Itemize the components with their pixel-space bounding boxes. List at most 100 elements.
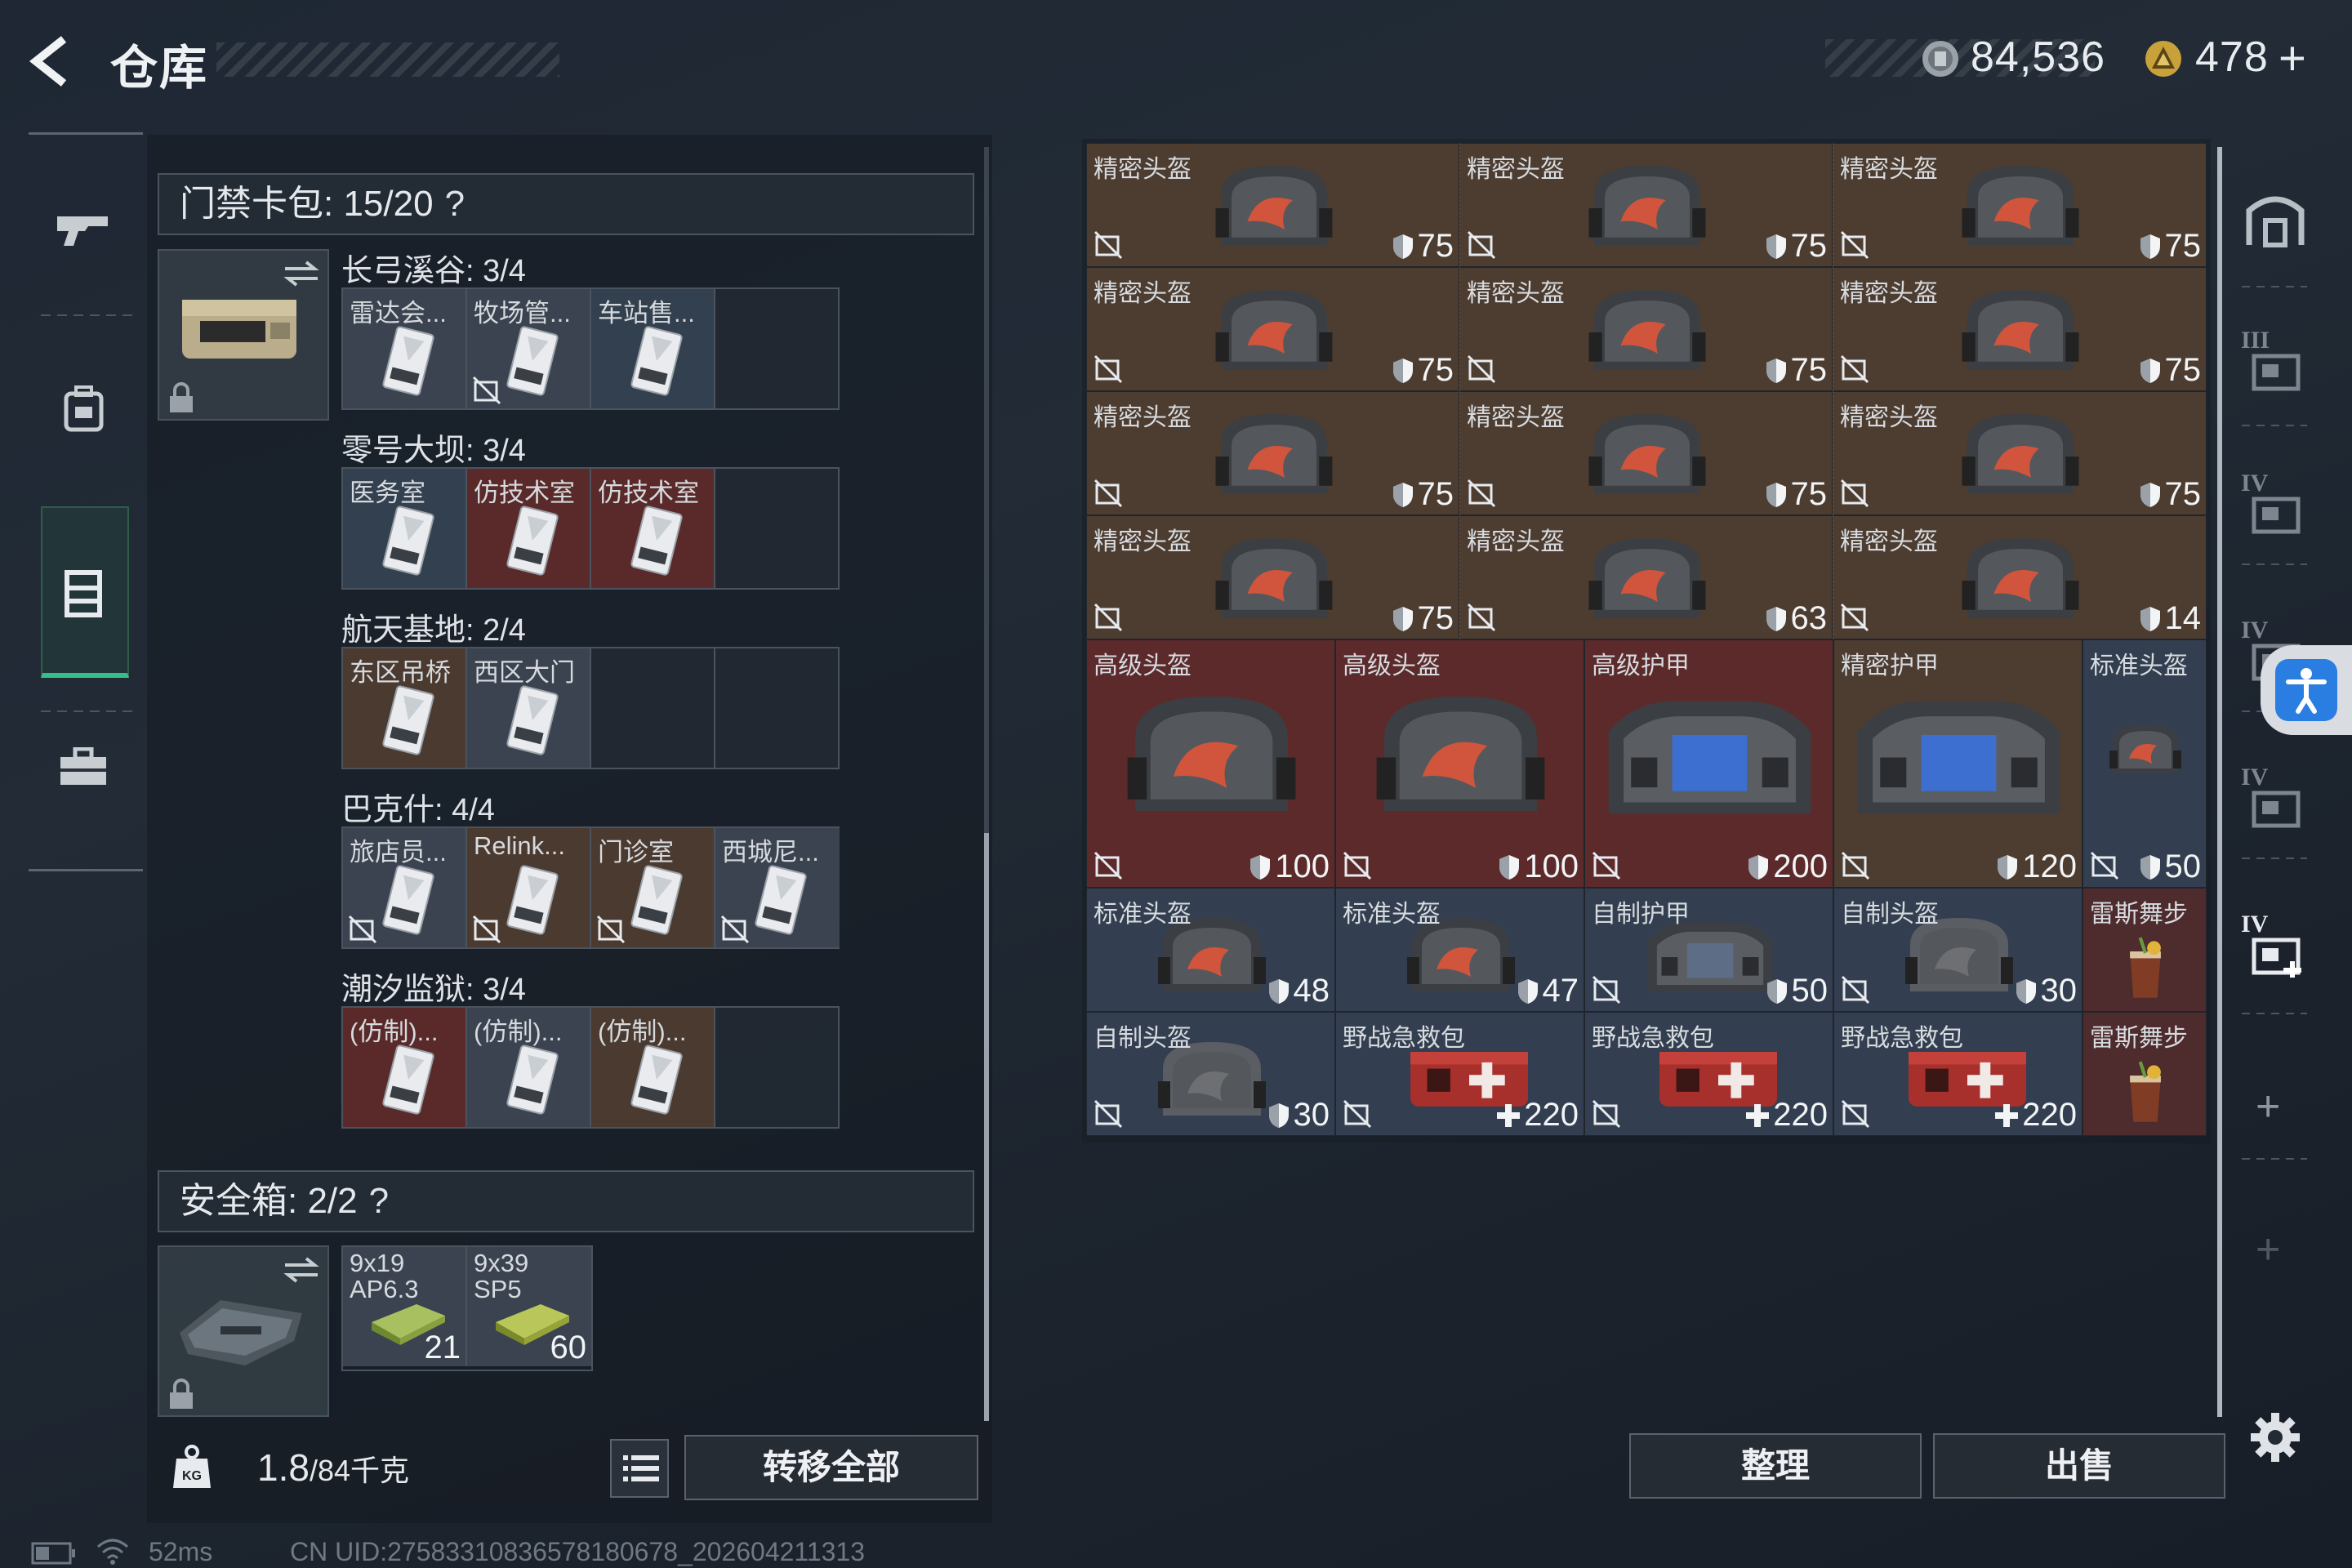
keycard-slot[interactable]: (仿制)...	[343, 1008, 467, 1127]
item-value: 200	[1747, 849, 1828, 885]
stash-item[interactable]: 精密头盔 75	[1086, 143, 1459, 267]
weapon-icon[interactable]	[56, 208, 113, 249]
uid-readout: CN UID:27583310836578180678_202604211313	[290, 1537, 866, 1566]
stash-item[interactable]: 高级头盔 100	[1335, 639, 1584, 888]
chest-rig-icon[interactable]	[64, 568, 103, 618]
stash-item[interactable]: 精密头盔 75	[1833, 267, 2207, 391]
stash-item[interactable]: 精密头盔 75	[1833, 391, 2207, 515]
keycard-slot[interactable]: 旅店员...	[343, 828, 467, 947]
sell-button[interactable]: 出售	[1933, 1433, 2225, 1499]
durability-icon	[1517, 978, 1538, 1004]
transfer-all-button[interactable]: 转移全部	[684, 1435, 978, 1500]
stash-item[interactable]: 自制护甲 50	[1584, 888, 1833, 1012]
stash-item[interactable]: 标准头盔 50	[2082, 639, 2207, 888]
add-currency-button[interactable]: +	[2278, 31, 2306, 86]
sort-button[interactable]: 整理	[1629, 1433, 1922, 1499]
heal-amount: 220	[1524, 1097, 1579, 1133]
stash-item[interactable]: 野战急救包 220	[1833, 1012, 2082, 1136]
keycard-slot[interactable]: Relink...	[467, 828, 591, 947]
all-stash-icon[interactable]	[2244, 188, 2306, 250]
stash-item[interactable]: 精密头盔 75	[1086, 515, 1459, 639]
stash-item[interactable]: 野战急救包 220	[1335, 1012, 1584, 1136]
stash-item[interactable]: 精密头盔 75	[1459, 391, 1833, 515]
stash-item[interactable]: 标准头盔 48	[1086, 888, 1335, 1012]
no-lock-icon	[1841, 975, 1870, 1004]
item-name: 自制头盔	[1841, 901, 1939, 928]
swap-icon[interactable]	[282, 257, 321, 290]
stash-tab[interactable]: IV	[2239, 470, 2313, 543]
stash-item[interactable]: 精密头盔 75	[1086, 391, 1459, 515]
keycard-slot[interactable]: 雷达会...	[343, 289, 467, 408]
keycard-slot[interactable]: (仿制)...	[467, 1008, 591, 1127]
stash-tab[interactable]: IV	[2239, 764, 2313, 837]
stash-scrollbar[interactable]	[2217, 147, 2222, 1417]
stash-item[interactable]: 精密头盔 63	[1459, 515, 1833, 639]
keycard-slot[interactable]: 仿技术室	[591, 469, 715, 588]
empty-keycard-slot[interactable]	[715, 1008, 840, 1127]
add-tab-button[interactable]: +	[2256, 1082, 2280, 1131]
backpack-icon[interactable]	[61, 384, 106, 433]
no-lock-icon	[1094, 230, 1123, 260]
accessibility-icon[interactable]	[2275, 659, 2337, 721]
back-arrow-icon[interactable]	[24, 33, 82, 90]
stash-item[interactable]: 精密头盔 75	[1459, 267, 1833, 391]
item-value: 75	[1765, 228, 1827, 265]
stash-item[interactable]: 精密头盔 75	[1459, 143, 1833, 267]
keycard-slot[interactable]: 西城尼...	[715, 828, 840, 947]
empty-keycard-slot[interactable]	[715, 648, 840, 768]
stash-item[interactable]: 精密头盔 75	[1086, 267, 1459, 391]
briefcase-icon[interactable]	[59, 747, 108, 788]
ammo-slot[interactable]: 9x39 SP5 60	[467, 1247, 591, 1366]
stash-item[interactable]: 高级头盔 100	[1086, 639, 1335, 888]
stash-item[interactable]: 精密头盔 14	[1833, 515, 2207, 639]
stash-tab[interactable]: IV	[2239, 911, 2313, 984]
stash-item[interactable]: 标准头盔 47	[1335, 888, 1584, 1012]
no-lock-icon	[1094, 1099, 1123, 1129]
keycard-slot[interactable]: 西区大门	[467, 648, 591, 768]
help-icon[interactable]: ?	[445, 175, 465, 234]
list-view-button[interactable]	[610, 1439, 669, 1498]
stash-tab-icon	[2251, 929, 2305, 978]
settings-gear-icon[interactable]	[2249, 1411, 2301, 1463]
item-name: 精密护甲	[1841, 653, 1939, 679]
keycard-slot[interactable]: 东区吊桥	[343, 648, 467, 768]
stash-item[interactable]: 精密护甲 120	[1833, 639, 2082, 888]
stash-item[interactable]: 自制头盔 30	[1086, 1012, 1335, 1136]
stash-item[interactable]: 高级护甲 200	[1584, 639, 1833, 888]
stash-tab[interactable]: III	[2239, 327, 2313, 400]
stash-item[interactable]: 精密头盔 75	[1833, 143, 2207, 267]
ammo-slot[interactable]: 9x19 AP6.3 21	[343, 1247, 467, 1366]
safebox-slot[interactable]	[158, 1245, 329, 1417]
empty-keycard-slot[interactable]	[715, 289, 840, 408]
help-icon[interactable]: ?	[369, 1172, 389, 1231]
keycard-slot[interactable]: 牧场管...	[467, 289, 591, 408]
header-decoration	[216, 42, 559, 77]
empty-keycard-slot[interactable]	[591, 648, 715, 768]
item-value: 75	[2139, 476, 2201, 513]
page-title: 仓库	[110, 42, 209, 95]
item-name: 精密头盔	[1840, 404, 1938, 431]
keycard-title: 门禁卡包: 15/20	[180, 184, 434, 224]
empty-keycard-slot[interactable]	[715, 469, 840, 588]
drink-image	[2119, 934, 2172, 1003]
keycard-bag-slot[interactable]	[158, 249, 329, 421]
stash-item[interactable]: 雷斯舞步	[2082, 1012, 2207, 1136]
keycard-slot[interactable]: 仿技术室	[467, 469, 591, 588]
keycard-slot[interactable]: 医务室	[343, 469, 467, 588]
keycard-slot[interactable]: 门诊室	[591, 828, 715, 947]
no-lock-icon	[1467, 603, 1496, 632]
item-name: 精密头盔	[1840, 280, 1938, 307]
keycard-bag-image	[182, 300, 296, 359]
helmet-small-image	[2105, 689, 2186, 812]
durability-icon	[2140, 234, 2160, 259]
keycard-slot[interactable]: (仿制)...	[591, 1008, 715, 1127]
stash-item[interactable]: 自制头盔 30	[1833, 888, 2082, 1012]
stash-item[interactable]: 雷斯舞步	[2082, 888, 2207, 1012]
stash-item[interactable]: 野战急救包 220	[1584, 1012, 1833, 1136]
left-scrollbar-thumb[interactable]	[984, 833, 989, 1421]
no-lock-icon	[1592, 851, 1621, 880]
swap-icon[interactable]	[282, 1254, 321, 1286]
item-value: 75	[1392, 228, 1454, 265]
durability-icon	[1766, 482, 1786, 507]
keycard-slot[interactable]: 车站售...	[591, 289, 715, 408]
